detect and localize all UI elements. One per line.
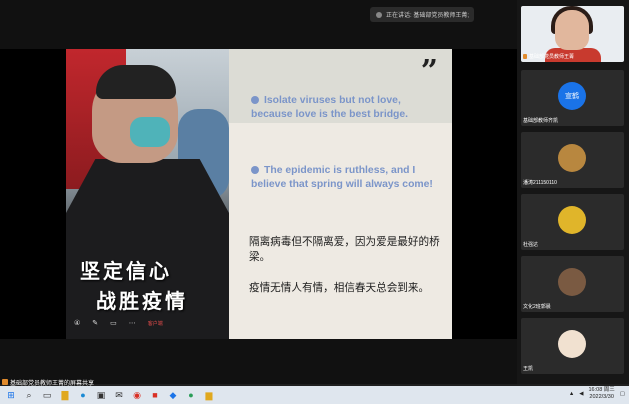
participant-tile[interactable]: 杜强达 (521, 194, 624, 250)
bullet-2: The epidemic is ruthless, and I believe … (251, 165, 433, 190)
poster-line-2: 战胜疫情 (96, 289, 188, 313)
other-app-icon[interactable]: ● (184, 388, 198, 402)
mic-icon (523, 54, 527, 59)
share-icon (2, 379, 8, 385)
network-icon[interactable]: ▲ (569, 391, 574, 397)
bullet-dot-icon (251, 166, 259, 174)
speaker-icon (376, 11, 382, 18)
participant-name: 基础部教师齐凯 (523, 118, 559, 124)
windows-icon[interactable]: ⊞ (4, 388, 18, 402)
shared-slide: 坚定信心 战胜疫情 ④ ✎ ▭ ⋯ 客户端 ” Isolate viruses … (0, 49, 517, 339)
participant-name: 潘涛211150110 (523, 180, 557, 186)
poster-zoom[interactable]: ④ (74, 319, 80, 327)
avatar (555, 10, 589, 50)
avatar (558, 330, 586, 358)
meeting-icon[interactable]: ◆ (166, 388, 180, 402)
chrome-icon[interactable]: ◉ (130, 388, 144, 402)
clock[interactable]: 16:08 周三 2022/3/30 (589, 387, 615, 401)
poster-line-1: 坚定信心 (80, 259, 172, 283)
participant-tile[interactable]: 王凯 (521, 318, 624, 374)
participant-tile[interactable]: 潘涛211150110 (521, 132, 624, 188)
camera-icon[interactable]: ▭ (110, 319, 117, 327)
participant-name: 基础部党员教师王菁 (529, 54, 575, 60)
taskbar: ⊞ ⌕ ▭ ▇ ● ▣ ✉ ◉ ■ ◆ ● ▆ ▲ ◀ 16:08 周三 202… (0, 386, 629, 404)
folder-icon[interactable]: ▆ (202, 388, 216, 402)
speaking-indicator: 正在讲话: 基础部党员教师王菁; (370, 7, 474, 22)
search-icon[interactable]: ⌕ (22, 388, 36, 402)
avatar: 宣鹤 (558, 82, 586, 110)
chinese-text-2: 疫情无情人有情，相信春天总会到来。 (249, 282, 430, 294)
participant-name: 王凯 (523, 366, 534, 372)
more-icon[interactable]: ⋯ (129, 319, 136, 327)
store-icon[interactable]: ▣ (94, 388, 108, 402)
poster-image: 坚定信心 战胜疫情 ④ ✎ ▭ ⋯ 客户端 (66, 49, 229, 339)
participant-tile-host[interactable]: 基础部党员教师王菁 (521, 6, 624, 62)
participant-tile[interactable]: 宣鹤 基础部教师齐凯 (521, 70, 624, 126)
notification-icon[interactable]: ▢ (620, 391, 625, 397)
chinese-text-1: 隔离病毒但不隔离爱，因为爱是最好的桥梁。 (249, 236, 440, 263)
screen-share-label: 基础部党员教师王菁的屏幕共享 (0, 378, 94, 387)
file-explorer-icon[interactable]: ▇ (58, 388, 72, 402)
task-view-icon[interactable]: ▭ (40, 388, 54, 402)
bullet-dot-icon (251, 96, 259, 104)
participant-panel: 基础部党员教师王菁 宣鹤 基础部教师齐凯 潘涛211150110 杜强达 文化2… (517, 0, 629, 384)
participant-name: 文化2班郭晨 (523, 304, 551, 310)
meeting-stage: 正在讲话: 基础部党员教师王菁; ‹ 坚定信心 战胜疫情 ④ ✎ ▭ ⋯ 客户端… (0, 0, 517, 384)
mail-icon[interactable]: ✉ (112, 388, 126, 402)
wps-icon[interactable]: ■ (148, 388, 162, 402)
quote-mark: ” (420, 54, 438, 89)
edge-icon[interactable]: ● (76, 388, 90, 402)
bullet-1: Isolate viruses but not love, because lo… (251, 95, 409, 120)
poster-sel[interactable]: 客户端 (148, 320, 163, 327)
avatar (558, 206, 586, 234)
volume-icon[interactable]: ◀ (579, 391, 583, 397)
participant-tile[interactable]: 文化2班郭晨 (521, 256, 624, 312)
speaking-label: 正在讲话: 基础部党员教师王菁; (386, 13, 470, 19)
avatar (558, 268, 586, 296)
system-tray: ▲ ◀ 16:08 周三 2022/3/30 ▢ (569, 387, 625, 401)
participant-name: 杜强达 (523, 242, 539, 248)
avatar (558, 144, 586, 172)
pen-icon[interactable]: ✎ (92, 319, 98, 327)
poster-controls: ④ ✎ ▭ ⋯ 客户端 (74, 319, 163, 327)
slide-text-panel: ” Isolate viruses but not love, because … (229, 49, 452, 339)
